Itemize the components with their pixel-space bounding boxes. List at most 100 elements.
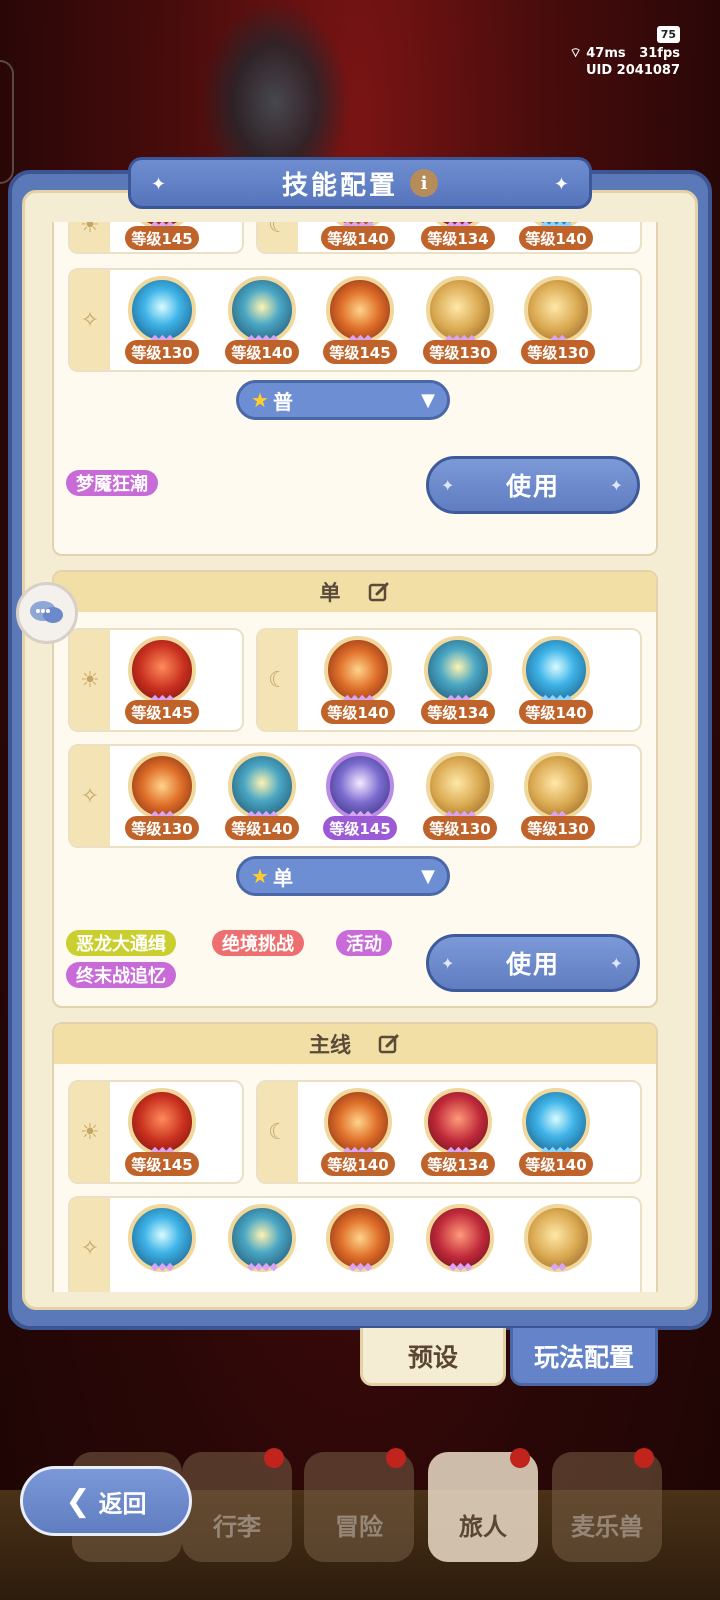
edit-icon[interactable] bbox=[377, 1032, 401, 1056]
side-edge bbox=[0, 60, 14, 184]
skill-item[interactable]: ◆◆◆ bbox=[420, 1202, 500, 1292]
skill-item[interactable]: ◆◆◆◆ 等级140 bbox=[318, 222, 398, 252]
skill-item[interactable]: ◆◆◆◆ bbox=[222, 1202, 302, 1292]
skill-item[interactable]: ◆◆ bbox=[518, 1202, 598, 1292]
star-skill-slot[interactable]: ✧ ◆◆◆ 等级130 ◆◆◆◆ 等级140 ◆◆◆ 等级145 ◆◆◆◆ 等级… bbox=[68, 268, 642, 372]
notification-dot bbox=[510, 1448, 530, 1468]
skill-level: 等级140 bbox=[321, 700, 395, 724]
sun-skill-slot[interactable]: ☀ ◆◆◆ 等级145 bbox=[68, 1080, 244, 1184]
chat-button[interactable] bbox=[16, 582, 78, 644]
skill-level: 等级130 bbox=[423, 340, 497, 364]
preset-header: 单 bbox=[54, 572, 656, 612]
moon-skill-slot[interactable]: ☾ ◆◆◆◆ 等级140 ◆◆◆ 等级134 ◆◆◆◆ 等级140 bbox=[256, 222, 642, 254]
nav-pets[interactable]: 麦乐兽 bbox=[552, 1448, 662, 1562]
sun-icon: ☀ bbox=[70, 1082, 110, 1182]
skill-item[interactable]: ◆◆◆ 等级145 bbox=[122, 634, 202, 730]
chevron-down-icon: ▼ bbox=[421, 865, 435, 887]
mode-tag: 恶龙大通缉 bbox=[66, 930, 176, 956]
sparkle-icon: ✧ bbox=[70, 746, 110, 846]
mode-tag: 绝境挑战 bbox=[212, 930, 304, 956]
info-icon[interactable]: i bbox=[410, 169, 438, 197]
skill-item[interactable]: ◆◆◆ bbox=[122, 1202, 202, 1292]
status-overlay: 75 ⌔ 47ms 31fps UID 2041087 bbox=[569, 26, 680, 79]
moon-icon: ☾ bbox=[258, 222, 298, 252]
skill-level: 等级145 bbox=[323, 816, 397, 840]
sparkle-icon: ✦ bbox=[553, 174, 569, 195]
skill-item[interactable]: ◆◆◆◆ 等级140 bbox=[516, 634, 596, 730]
skill-item[interactable]: ◆◆◆ 等级134 bbox=[418, 634, 498, 730]
star-icon: ★ bbox=[251, 864, 269, 888]
mode-dropdown[interactable]: ★ 单 ▼ bbox=[236, 856, 450, 896]
moon-skill-slot[interactable]: ☾ ◆◆◆◆ 等级140 ◆◆◆ 等级134 ◆◆◆◆ 等级140 bbox=[256, 628, 642, 732]
star-icon: ★ bbox=[251, 388, 269, 412]
sun-icon: ☀ bbox=[70, 222, 110, 252]
preset-card: 单 ☀ ◆◆◆ 等级145 ☾ ◆◆◆◆ 等级140 ◆◆◆ 等级134 ◆◆◆… bbox=[52, 570, 658, 1008]
skill-level: 等级130 bbox=[423, 816, 497, 840]
preset-name: 单 bbox=[319, 581, 341, 605]
edit-icon[interactable] bbox=[367, 580, 391, 604]
skill-item[interactable]: ◆◆◆ bbox=[320, 1202, 400, 1292]
preset-header: 主线 bbox=[54, 1024, 656, 1064]
skill-level: 等级130 bbox=[125, 340, 199, 364]
skill-level: 等级145 bbox=[323, 340, 397, 364]
skill-item[interactable]: ◆◆◆◆ 等级140 bbox=[516, 222, 596, 252]
mode-tag: 终末战追忆 bbox=[66, 962, 176, 988]
skill-item[interactable]: ◆◆◆◆ 等级130 bbox=[420, 274, 500, 370]
sun-icon: ☀ bbox=[70, 630, 110, 730]
skill-item[interactable]: ◆◆◆◆ 等级140 bbox=[318, 634, 398, 730]
skill-item[interactable]: ◆◆◆◆ 等级140 bbox=[318, 1086, 398, 1182]
skill-item[interactable]: ◆◆◆ 等级130 bbox=[122, 274, 202, 370]
skill-item[interactable]: ◆◆ 等级130 bbox=[518, 750, 598, 846]
mode-tag: 梦魇狂潮 bbox=[66, 470, 158, 496]
skill-level: 等级140 bbox=[519, 226, 593, 250]
preset-list[interactable]: ☀ ◆◆◆ 等级145 ☾ ◆◆◆◆ 等级140 ◆◆◆ 等级134 ◆◆◆◆ bbox=[30, 222, 690, 1292]
skill-level: 等级145 bbox=[125, 1152, 199, 1176]
skill-level: 等级145 bbox=[125, 700, 199, 724]
moon-skill-slot[interactable]: ☾ ◆◆◆◆ 等级140 ◆◆◆ 等级134 ◆◆◆◆ 等级140 bbox=[256, 1080, 642, 1184]
nav-traveler[interactable]: 旅人 bbox=[428, 1448, 538, 1562]
skill-item[interactable]: ◆◆◆ 等级145 bbox=[320, 274, 400, 370]
character-figure bbox=[200, 0, 350, 170]
skill-item[interactable]: ◆◆◆◆ 等级140 bbox=[222, 750, 302, 846]
wifi-icon: ⌔ bbox=[569, 46, 582, 61]
skill-level: 等级145 bbox=[125, 226, 199, 250]
panel-title: 技能配置 bbox=[281, 170, 398, 201]
notification-dot bbox=[386, 1448, 406, 1468]
skill-item[interactable]: ◆◆◆ 等级134 bbox=[418, 222, 498, 252]
skill-level: 等级134 bbox=[421, 1152, 495, 1176]
fps-text: 31fps bbox=[639, 46, 680, 61]
skill-item[interactable]: ◆◆◆ 等级145 bbox=[122, 1086, 202, 1182]
sun-skill-slot[interactable]: ☀ ◆◆◆ 等级145 bbox=[68, 628, 244, 732]
mode-dropdown[interactable]: ★ 普 ▼ bbox=[236, 380, 450, 420]
skill-item[interactable]: ◆◆◆ 等级145 bbox=[122, 222, 202, 252]
skill-item[interactable]: ◆◆◆ 等级145 bbox=[320, 750, 400, 846]
back-button[interactable]: ❮ 返回 bbox=[20, 1466, 192, 1536]
skill-item[interactable]: ◆◆◆◆ 等级140 bbox=[516, 1086, 596, 1182]
tab-gameplay-config[interactable]: 玩法配置 bbox=[510, 1328, 658, 1386]
preset-name: 主线 bbox=[309, 1033, 351, 1057]
skill-level: 等级140 bbox=[225, 816, 299, 840]
star-skill-slot[interactable]: ✧ ◆◆◆ ◆◆◆◆ ◆◆◆ ◆◆◆ ◆◆ bbox=[68, 1196, 642, 1292]
skill-level: 等级140 bbox=[225, 340, 299, 364]
skill-item[interactable]: ◆◆ 等级130 bbox=[518, 274, 598, 370]
ping-text: 47ms bbox=[586, 46, 626, 61]
sparkle-icon: ✧ bbox=[70, 270, 110, 370]
skill-item[interactable]: ◆◆◆ 等级130 bbox=[122, 750, 202, 846]
nav-adventure[interactable]: 冒险 bbox=[304, 1448, 414, 1562]
use-button[interactable]: ✦ 使用 ✦ bbox=[426, 934, 640, 992]
nav-luggage[interactable]: 行李 bbox=[182, 1448, 292, 1562]
star-skill-slot[interactable]: ✧ ◆◆◆ 等级130 ◆◆◆◆ 等级140 ◆◆◆ 等级145 ◆◆◆◆ 等级… bbox=[68, 744, 642, 848]
skill-item[interactable]: ◆◆◆◆ 等级130 bbox=[420, 750, 500, 846]
use-button[interactable]: ✦ 使用 ✦ bbox=[426, 456, 640, 514]
skill-level: 等级130 bbox=[521, 340, 595, 364]
back-arrow-icon: ❮ bbox=[65, 1483, 91, 1519]
skill-item[interactable]: ◆◆◆◆ 等级140 bbox=[222, 274, 302, 370]
panel-title-bar: ✦ 技能配置 i ✦ bbox=[128, 157, 592, 209]
tab-preset[interactable]: 预设 bbox=[360, 1328, 506, 1386]
uid-text: UID 2041087 bbox=[585, 63, 680, 78]
skill-level: 等级134 bbox=[421, 226, 495, 250]
mode-tag: 活动 bbox=[336, 930, 392, 956]
skill-level: 等级140 bbox=[519, 1152, 593, 1176]
skill-item[interactable]: ◆◆◆ 等级134 bbox=[418, 1086, 498, 1182]
sun-skill-slot[interactable]: ☀ ◆◆◆ 等级145 bbox=[68, 222, 244, 254]
